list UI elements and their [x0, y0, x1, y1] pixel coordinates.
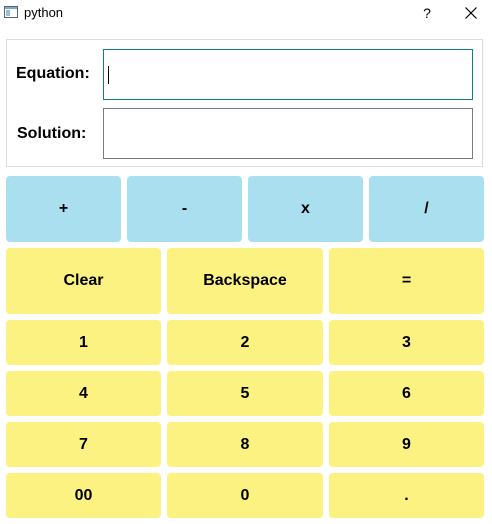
- solution-label: Solution:: [17, 125, 87, 142]
- subtract-button[interactable]: -: [127, 176, 242, 242]
- clear-button[interactable]: Clear: [6, 248, 161, 314]
- close-icon: [465, 7, 477, 19]
- digit-3-button[interactable]: 3: [329, 320, 484, 365]
- close-button[interactable]: [458, 2, 484, 24]
- digit-9-button[interactable]: 9: [329, 422, 484, 467]
- equation-label: Equation:: [16, 65, 90, 82]
- calculator-window: python ? Equation: Solution: + - x / Cle…: [0, 0, 492, 524]
- double-zero-button[interactable]: 00: [6, 473, 161, 518]
- digit-1-button[interactable]: 1: [6, 320, 161, 365]
- divide-button[interactable]: /: [369, 176, 484, 242]
- decimal-point-button[interactable]: .: [329, 473, 484, 518]
- digit-8-button[interactable]: 8: [167, 422, 323, 467]
- text-caret: [108, 66, 109, 84]
- app-window-icon: [4, 6, 18, 18]
- backspace-button[interactable]: Backspace: [167, 248, 323, 314]
- equation-input[interactable]: [103, 49, 473, 100]
- equals-button[interactable]: =: [329, 248, 484, 314]
- digit-7-button[interactable]: 7: [6, 422, 161, 467]
- multiply-button[interactable]: x: [248, 176, 363, 242]
- title-bar: python ?: [0, 0, 492, 26]
- add-button[interactable]: +: [6, 176, 121, 242]
- digit-0-button[interactable]: 0: [167, 473, 323, 518]
- digit-2-button[interactable]: 2: [167, 320, 323, 365]
- help-button[interactable]: ?: [414, 2, 440, 24]
- digit-6-button[interactable]: 6: [329, 371, 484, 416]
- window-title: python: [24, 5, 64, 20]
- digit-5-button[interactable]: 5: [167, 371, 323, 416]
- digit-4-button[interactable]: 4: [6, 371, 161, 416]
- solution-input[interactable]: [103, 108, 473, 159]
- equation-form: Equation: Solution:: [6, 39, 483, 167]
